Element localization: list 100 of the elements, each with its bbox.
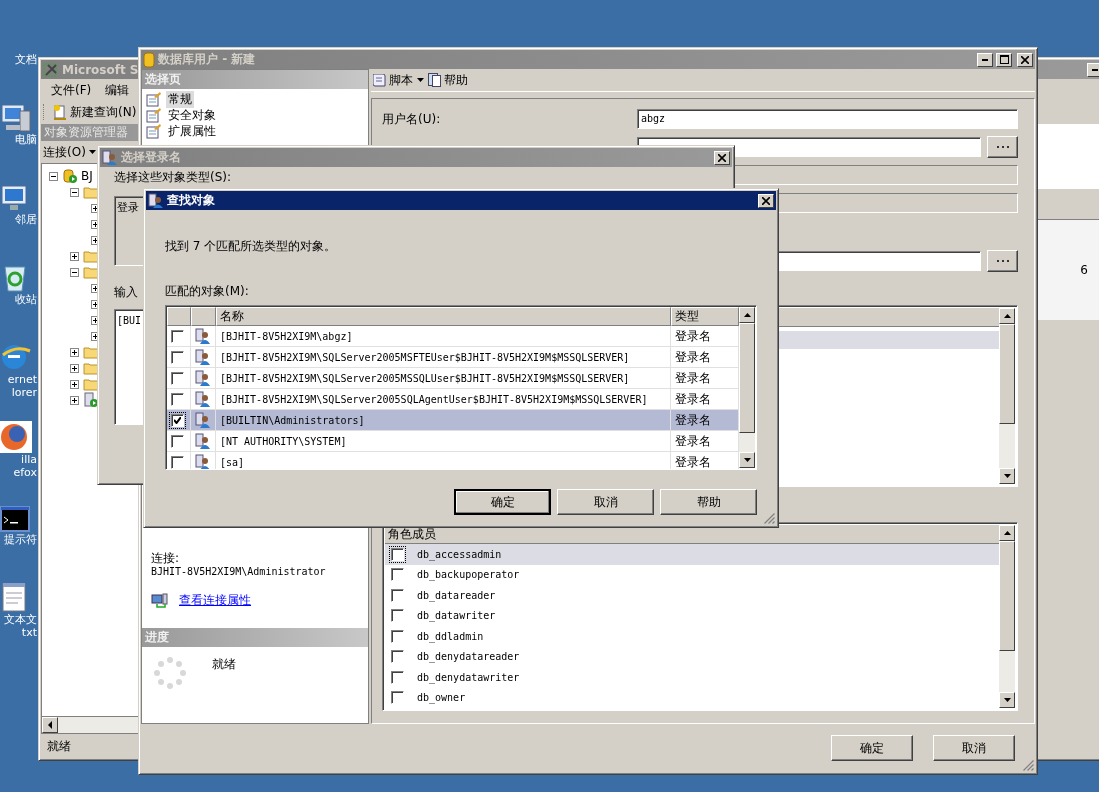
result-summary: 找到 7 个匹配所选类型的对象。 (165, 239, 337, 253)
notepad-icon[interactable] (0, 581, 28, 613)
browse-button[interactable] (987, 136, 1018, 158)
icon-label[interactable]: 收站 (15, 293, 37, 306)
folder-icon (83, 377, 99, 391)
dialog-button[interactable]: 取消 (557, 489, 654, 515)
scroll-down-button[interactable] (999, 692, 1015, 708)
menu-item[interactable]: 文件(F) (51, 81, 92, 99)
user-icon (195, 349, 211, 365)
folder-icon (83, 249, 99, 263)
column-header[interactable]: 名称 (216, 307, 671, 326)
tree-toggle[interactable] (70, 187, 79, 197)
page-item[interactable]: 扩展属性 (166, 122, 218, 140)
database-icon (143, 51, 155, 68)
window-title: Microsoft S (62, 62, 139, 77)
checkbox[interactable] (171, 455, 184, 469)
role-row[interactable]: db_owner (385, 687, 999, 708)
table-cell[interactable] (167, 410, 191, 431)
role-row[interactable]: db_datareader (385, 585, 999, 606)
tree-toggle[interactable] (70, 267, 79, 277)
user-icon (195, 370, 211, 386)
column-header[interactable]: 类型 (671, 307, 739, 326)
menu-item[interactable]: 编辑 (105, 81, 130, 99)
role-row[interactable]: db_ddladmin (385, 626, 999, 647)
tree-toggle[interactable] (70, 251, 79, 261)
scroll-up-button[interactable] (999, 525, 1015, 541)
tree-toggle[interactable] (70, 395, 79, 405)
user-icon (195, 454, 211, 469)
checkbox[interactable] (171, 350, 184, 364)
close-icon (1021, 55, 1029, 64)
tree-toggle[interactable] (49, 171, 58, 181)
close-button[interactable] (758, 193, 774, 208)
scroll-up-button[interactable] (999, 308, 1015, 324)
role-row[interactable]: db_denydatawriter (385, 667, 999, 688)
icon-label[interactable]: 文本文 (4, 613, 37, 626)
icon-label[interactable]: efox (13, 466, 37, 479)
icon-label[interactable]: 电脑 (15, 133, 37, 146)
progress-status: 就绪 (212, 657, 236, 671)
checkbox[interactable] (171, 392, 184, 406)
computer-icon[interactable] (0, 103, 32, 133)
fox-globe-icon[interactable] (0, 421, 32, 453)
resize-grip-icon[interactable] (764, 513, 775, 524)
role-row[interactable]: db_backupoperator (385, 564, 999, 585)
dialog-button[interactable]: 确定 (454, 489, 551, 515)
browse-button[interactable] (987, 250, 1018, 272)
console-icon[interactable] (0, 505, 30, 533)
checkbox[interactable] (171, 329, 184, 343)
table-cell[interactable] (167, 431, 191, 452)
folder-icon (83, 185, 99, 199)
connection-properties-link[interactable]: 查看连接属性 (179, 592, 251, 609)
script-button[interactable]: 脚本 (371, 71, 415, 89)
scroll-down-button[interactable] (739, 452, 755, 468)
connection-name: BJHIT-8V5H2XI9M\Administrator (151, 565, 327, 578)
icon-label[interactable]: illa (21, 453, 37, 466)
icon-label[interactable]: 提示符 (4, 533, 37, 546)
icon-label[interactable]: ernet (7, 373, 37, 386)
vertical-scrollbar[interactable] (739, 307, 755, 468)
tree-toggle[interactable] (70, 379, 79, 389)
help-button[interactable]: 帮助 (426, 71, 470, 89)
vertical-scrollbar[interactable] (999, 308, 1015, 484)
scroll-down-button[interactable] (999, 468, 1015, 484)
username-field[interactable]: abgz (637, 109, 1018, 129)
dialog-button[interactable]: 取消 (933, 735, 1015, 761)
checkmark-icon (174, 416, 181, 424)
tree-item[interactable]: BJ (81, 169, 93, 183)
tree-toggle[interactable] (70, 347, 79, 357)
agent-icon (83, 392, 99, 408)
icon-label[interactable]: 邻居 (15, 213, 37, 226)
role-row[interactable]: db_datawriter (385, 605, 999, 626)
page-item[interactable]: 安全对象 (166, 106, 218, 124)
checkbox[interactable] (391, 547, 404, 561)
role-row[interactable]: db_accessadmin (385, 544, 999, 565)
dialog-button[interactable]: 确定 (831, 735, 913, 761)
table-cell: [BUILTIN\Administrators] (216, 410, 671, 431)
checkbox[interactable] (171, 413, 184, 427)
role-name: db_backupoperator (417, 569, 520, 581)
tree-toggle[interactable] (70, 363, 79, 373)
new-query-button[interactable]: 新建查询(N) (51, 103, 139, 121)
checkbox[interactable] (171, 371, 184, 385)
resize-grip-icon[interactable] (1023, 760, 1034, 771)
scroll-left-button[interactable] (42, 717, 58, 733)
dialog-button[interactable]: 帮助 (660, 489, 757, 515)
list-label: 匹配的对象(M): (165, 284, 249, 298)
window-title: 查找对象 (167, 192, 215, 209)
checkbox[interactable] (171, 434, 184, 448)
vertical-scrollbar[interactable] (999, 525, 1015, 708)
section-header: 进度 (142, 628, 368, 647)
left-arrow-icon (48, 721, 52, 729)
role-row[interactable]: db_denydatareader (385, 646, 999, 667)
page-item[interactable]: 常规 (166, 90, 194, 108)
new-document-icon (53, 104, 67, 120)
icon-label[interactable]: lorer (11, 386, 37, 399)
table-cell[interactable] (167, 326, 191, 347)
connect-button[interactable]: 连接(O) (41, 143, 98, 161)
icon-label[interactable]: 文档 (15, 53, 37, 66)
table-cell[interactable] (167, 347, 191, 368)
icon-label[interactable]: txt (21, 626, 37, 639)
table-cell[interactable] (167, 368, 191, 389)
scroll-up-button[interactable] (739, 307, 755, 323)
documents-icon (428, 73, 441, 87)
